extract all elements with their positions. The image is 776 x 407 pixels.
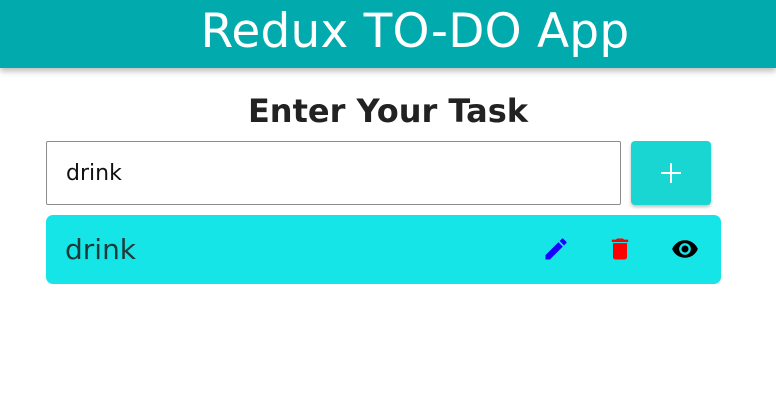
task-input[interactable]	[46, 141, 621, 205]
todo-item: drink	[46, 215, 721, 284]
form-heading: Enter Your Task	[247, 92, 529, 130]
eye-icon	[672, 240, 698, 258]
todo-text: drink	[65, 233, 137, 266]
edit-icon	[545, 238, 567, 260]
view-todo-button[interactable]	[671, 235, 699, 263]
edit-todo-button[interactable]	[542, 235, 570, 263]
delete-todo-button[interactable]	[606, 235, 634, 263]
add-task-button[interactable]	[631, 141, 711, 205]
app-header: Redux TO-DO App	[0, 0, 776, 68]
app-title: Redux TO-DO App	[200, 4, 630, 59]
plus-icon	[661, 163, 681, 183]
delete-icon	[611, 238, 629, 260]
